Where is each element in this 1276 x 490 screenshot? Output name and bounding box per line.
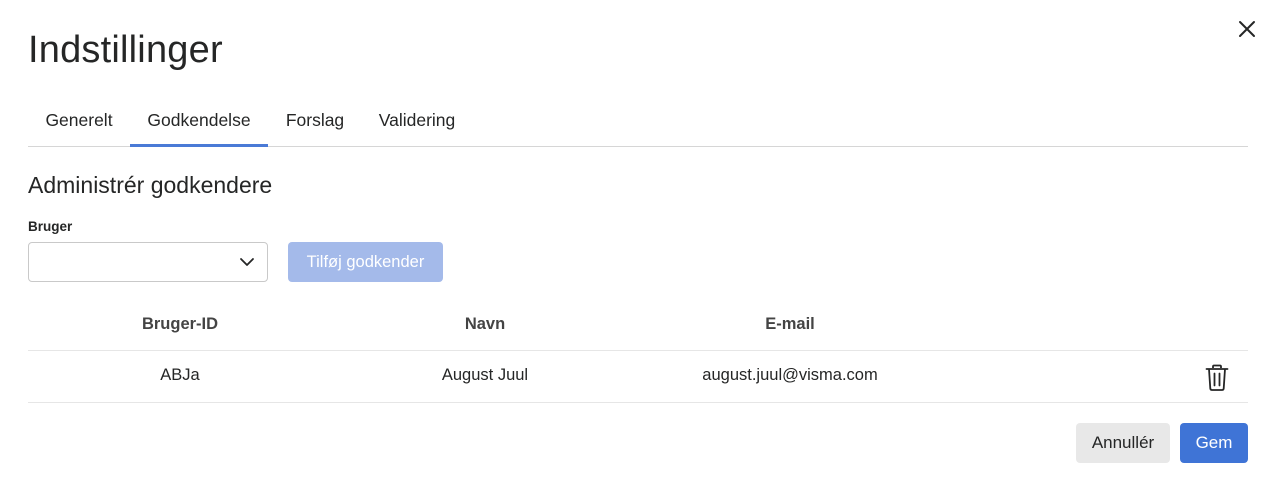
cell-user-id: ABJa (160, 366, 200, 384)
column-header-user-id[interactable]: Bruger-ID (80, 315, 280, 334)
section-title: Administrér godkendere (28, 172, 273, 198)
tab-label: Forslag (285, 110, 345, 130)
tab-label: Godkendelse (147, 110, 251, 130)
column-header-name[interactable]: Navn (385, 315, 585, 334)
tab-validering[interactable]: Validering (362, 94, 472, 147)
save-button[interactable]: Gem (1180, 423, 1248, 463)
chevron-down-icon (240, 258, 254, 266)
user-field-label: Bruger (28, 219, 73, 234)
tab-forslag[interactable]: Forslag (268, 94, 362, 147)
add-approver-button[interactable]: Tilføj godkender (288, 242, 443, 282)
close-icon (1239, 21, 1255, 37)
column-header-email[interactable]: E-mail (690, 315, 890, 334)
tab-generelt[interactable]: Generelt (28, 94, 130, 147)
dialog-title: Indstillinger (28, 29, 223, 71)
trash-icon[interactable] (1204, 364, 1230, 392)
tab-bar: Generelt Godkendelse Forslag Validering (28, 94, 1248, 147)
user-select[interactable] (28, 242, 268, 282)
tab-godkendelse[interactable]: Godkendelse (130, 94, 268, 147)
close-button[interactable] (1232, 14, 1262, 44)
cancel-button[interactable]: Annullér (1076, 423, 1170, 463)
table-row: ABJa August Juul august.juul@visma.com (28, 351, 1248, 403)
settings-dialog: Indstillinger Generelt Godkendelse Forsl… (0, 0, 1276, 490)
tab-label: Generelt (45, 110, 113, 130)
tab-label: Validering (378, 110, 456, 130)
cell-email: august.juul@visma.com (702, 366, 878, 384)
cell-name: August Juul (441, 366, 529, 384)
